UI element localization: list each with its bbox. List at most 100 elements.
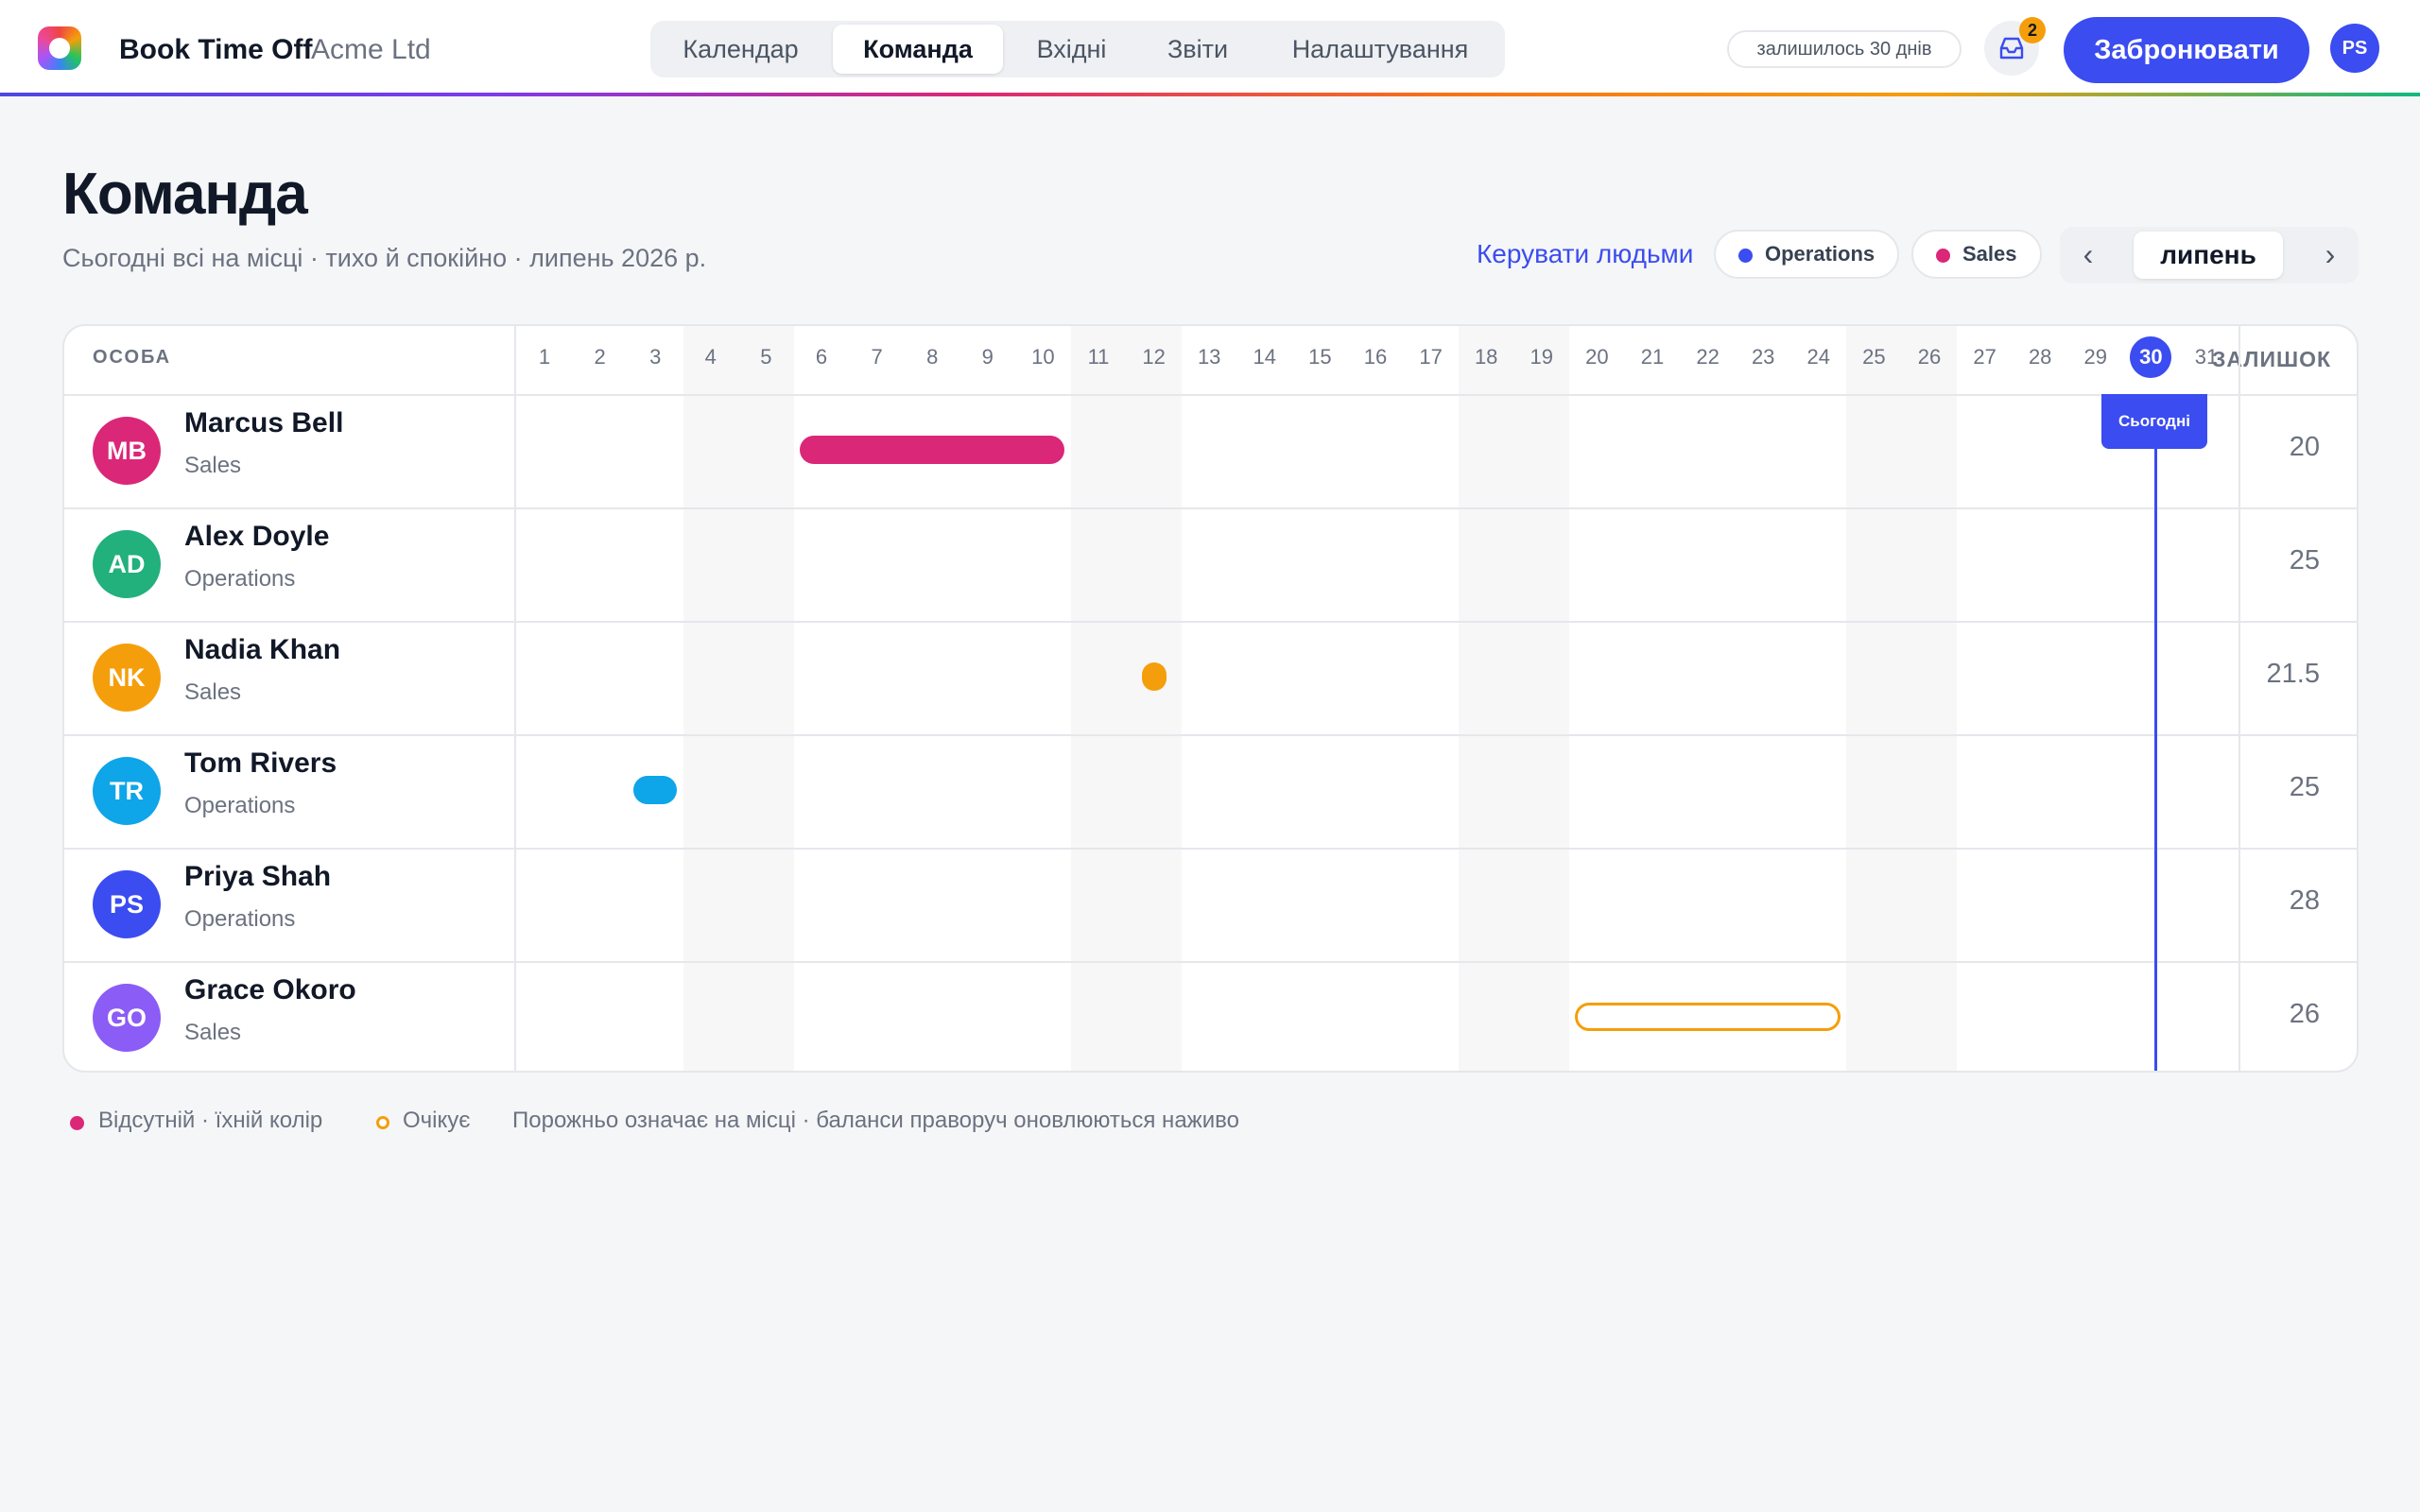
person-avatar: NK <box>93 644 161 712</box>
day-header: 14 <box>1253 345 1277 369</box>
person-row[interactable]: NK Nadia Khan Sales 21.5 <box>64 621 2357 734</box>
person-avatar: MB <box>93 417 161 485</box>
day-header: 6 <box>815 345 828 369</box>
person-balance: 25 <box>2289 772 2320 802</box>
prev-month-button[interactable]: ‹ <box>2060 227 2117 284</box>
app-name: Book Time Off <box>119 34 313 65</box>
day-header: 15 <box>1308 345 1332 369</box>
column-header-balance: ЗАЛИШОК <box>2212 347 2332 371</box>
person-row[interactable]: TR Tom Rivers Operations 25 <box>64 734 2357 848</box>
next-month-button[interactable]: › <box>2302 227 2359 284</box>
person-row[interactable]: AD Alex Doyle Operations 25 <box>64 507 2357 621</box>
inbox-count-badge: 2 <box>2019 17 2046 43</box>
manage-people-link[interactable]: Керувати людьми <box>1477 239 1693 269</box>
tab-settings[interactable]: Налаштування <box>1261 25 1499 74</box>
filter-chip-operations[interactable]: Operations <box>1714 230 1899 279</box>
day-header: 12 <box>1142 345 1166 369</box>
day-header: 4 <box>704 345 717 369</box>
tab-inbox[interactable]: Вхідні <box>1009 25 1134 74</box>
person-row[interactable]: GO Grace Okoro Sales 26 <box>64 961 2357 1071</box>
day-header: 20 <box>1585 345 1609 369</box>
person-balance: 28 <box>2289 885 2320 916</box>
day-header: 8 <box>926 345 939 369</box>
inbox-icon <box>1999 37 2024 60</box>
legend-absent: Відсутній · їхній колір <box>98 1108 323 1133</box>
tab-calendar[interactable]: Календар <box>654 25 827 74</box>
day-header: 23 <box>1751 345 1775 369</box>
org-name: Acme Ltd <box>311 34 431 65</box>
app-logo[interactable] <box>38 26 81 70</box>
team-calendar-grid: ОСОБА 1 2 3 4 5 6 7 8 9 10 11 12 13 14 15 16 17 18 19 20 21 2… <box>62 324 2359 1073</box>
month-navigator: ‹ липень › <box>2060 227 2359 284</box>
filter-chip-label: Sales <box>1962 242 2017 266</box>
person-name[interactable]: Alex Doyle <box>184 521 329 553</box>
day-header: 3 <box>649 345 662 369</box>
operations-color-dot <box>1738 249 1753 263</box>
tab-reports[interactable]: Звіти <box>1140 25 1255 74</box>
day-header: 26 <box>1917 345 1942 369</box>
person-avatar: TR <box>93 757 161 825</box>
day-header: 19 <box>1530 345 1554 369</box>
person-department: Sales <box>184 1020 242 1045</box>
person-row[interactable]: MB Marcus Bell Sales 20 <box>64 394 2357 507</box>
day-header-today: 30 <box>2130 336 2172 378</box>
person-department: Operations <box>184 566 296 592</box>
absence-bar[interactable] <box>633 776 678 804</box>
person-balance: 26 <box>2289 999 2320 1029</box>
day-header: 17 <box>1419 345 1443 369</box>
person-avatar: PS <box>93 870 161 938</box>
page-title: Команда <box>62 162 308 227</box>
user-avatar[interactable]: PS <box>2330 24 2379 73</box>
day-header: 5 <box>760 345 772 369</box>
page-subtitle: Сьогодні всі на місці · тихо й спокійно … <box>62 244 707 272</box>
day-header: 25 <box>1862 345 1886 369</box>
day-header: 10 <box>1031 345 1055 369</box>
day-header: 13 <box>1197 345 1221 369</box>
today-marker-label: Сьогодні <box>2101 394 2207 449</box>
chevron-right-icon: › <box>2325 237 2336 271</box>
person-name[interactable]: Marcus Bell <box>184 407 343 439</box>
day-header: 28 <box>2028 345 2052 369</box>
day-header: 21 <box>1640 345 1665 369</box>
person-balance: 25 <box>2289 545 2320 576</box>
chevron-left-icon: ‹ <box>2083 237 2094 271</box>
absence-bar[interactable] <box>1141 662 1167 691</box>
day-header: 9 <box>981 345 994 369</box>
day-header: 22 <box>1696 345 1720 369</box>
day-header: 16 <box>1363 345 1388 369</box>
person-name[interactable]: Tom Rivers <box>184 747 337 780</box>
days-left-badge: залишилось 30 днів <box>1727 30 1962 68</box>
person-department: Sales <box>184 453 242 478</box>
accent-gradient-line <box>0 93 2420 96</box>
person-department: Operations <box>184 793 296 818</box>
legend-note: Порожньо означає на місці · баланси прав… <box>512 1108 1239 1133</box>
person-name[interactable]: Nadia Khan <box>184 634 340 666</box>
filter-chip-sales[interactable]: Sales <box>1911 230 2042 279</box>
tab-team[interactable]: Команда <box>833 25 1003 74</box>
sales-color-dot <box>1936 249 1950 263</box>
current-month[interactable]: липень <box>2134 232 2283 279</box>
person-name[interactable]: Grace Okoro <box>184 974 356 1006</box>
person-name[interactable]: Priya Shah <box>184 861 331 893</box>
day-header: 29 <box>2083 345 2108 369</box>
day-header: 24 <box>1806 345 1831 369</box>
person-balance: 20 <box>2289 432 2320 462</box>
day-header: 18 <box>1474 345 1498 369</box>
pending-absence-bar[interactable] <box>1575 1003 1841 1031</box>
filter-chip-label: Operations <box>1765 242 1876 266</box>
person-row[interactable]: PS Priya Shah Operations 28 <box>64 848 2357 961</box>
person-department: Operations <box>184 906 296 932</box>
day-header: 1 <box>538 345 551 369</box>
book-time-off-button[interactable]: Забронювати <box>2064 17 2309 83</box>
day-header: 7 <box>871 345 883 369</box>
top-bar: Book Time Off Acme Ltd Календар Команда … <box>0 0 2420 96</box>
legend-pending: Очікує <box>403 1108 471 1133</box>
person-avatar: GO <box>93 984 161 1052</box>
person-balance: 21.5 <box>2266 659 2320 689</box>
column-header-person: ОСОБА <box>93 347 172 368</box>
person-department: Sales <box>184 679 242 705</box>
person-avatar: AD <box>93 530 161 598</box>
main-nav-tabs: Календар Команда Вхідні Звіти Налаштуван… <box>650 21 1505 77</box>
absence-bar[interactable] <box>800 436 1065 464</box>
absent-legend-dot <box>70 1116 84 1130</box>
